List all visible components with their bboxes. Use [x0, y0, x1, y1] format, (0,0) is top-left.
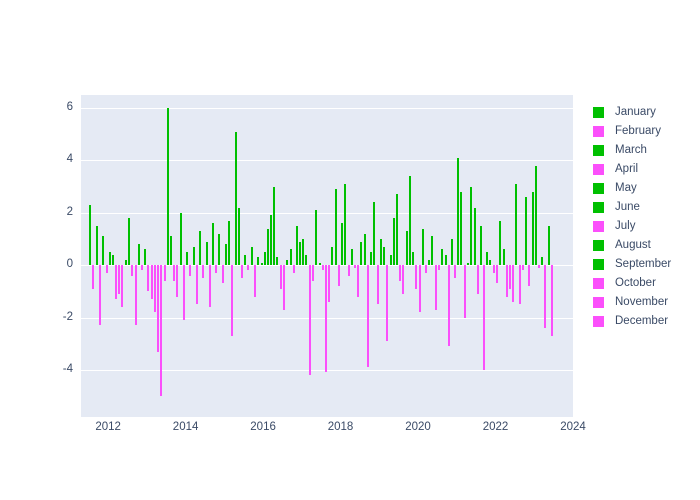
x-axis-tick-label: 2022 — [482, 421, 509, 433]
legend-item-may[interactable]: May — [593, 179, 698, 198]
legend-item-label: October — [615, 276, 656, 289]
legend-item-april[interactable]: April — [593, 160, 698, 179]
legend-item-february[interactable]: February — [593, 122, 698, 141]
legend-swatch-icon — [593, 278, 604, 289]
legend-swatch-icon — [593, 164, 604, 175]
legend-item-label: June — [615, 200, 640, 213]
x-axis-tick-label: 2016 — [250, 421, 276, 433]
legend-item-label: November — [615, 295, 669, 308]
legend-item-october[interactable]: October — [593, 274, 698, 293]
chart-figure: 6 4 2 0 -2 -4 2012 2014 2016 2018 2020 2022 2024 Ja… — [0, 0, 700, 500]
legend-item-label: July — [615, 219, 636, 232]
legend-item-september[interactable]: September — [593, 255, 698, 274]
chart-legend: January February March April May June July Augu… — [593, 103, 698, 331]
legend-swatch-icon — [593, 183, 604, 194]
legend-item-january[interactable]: January — [593, 103, 698, 122]
legend-item-december[interactable]: December — [593, 312, 698, 331]
legend-item-august[interactable]: August — [593, 236, 698, 255]
legend-swatch-icon — [593, 107, 604, 118]
legend-swatch-icon — [593, 316, 604, 327]
x-axis-tick-label: 2018 — [327, 421, 354, 433]
legend-swatch-icon — [593, 126, 604, 137]
legend-item-label: February — [615, 124, 662, 137]
legend-item-june[interactable]: June — [593, 198, 698, 217]
legend-item-label: March — [615, 143, 647, 156]
x-axis-tick-label: 2012 — [95, 421, 121, 433]
legend-item-march[interactable]: March — [593, 141, 698, 160]
legend-swatch-icon — [593, 297, 604, 308]
x-axis-tick-label: 2024 — [560, 421, 586, 433]
legend-item-label: December — [615, 314, 669, 327]
legend-item-label: August — [615, 238, 651, 251]
legend-swatch-icon — [593, 259, 604, 270]
legend-swatch-icon — [593, 145, 604, 156]
legend-item-november[interactable]: November — [593, 293, 698, 312]
legend-item-label: May — [615, 181, 637, 194]
x-axis-tick-label: 2014 — [172, 421, 199, 433]
legend-swatch-icon — [593, 240, 604, 251]
legend-item-july[interactable]: July — [593, 217, 698, 236]
legend-swatch-icon — [593, 221, 604, 232]
legend-swatch-icon — [593, 202, 604, 213]
legend-item-label: April — [615, 162, 639, 175]
x-axis-tick-label: 2020 — [405, 421, 431, 433]
legend-item-label: September — [615, 257, 672, 270]
legend-item-label: January — [615, 105, 656, 118]
